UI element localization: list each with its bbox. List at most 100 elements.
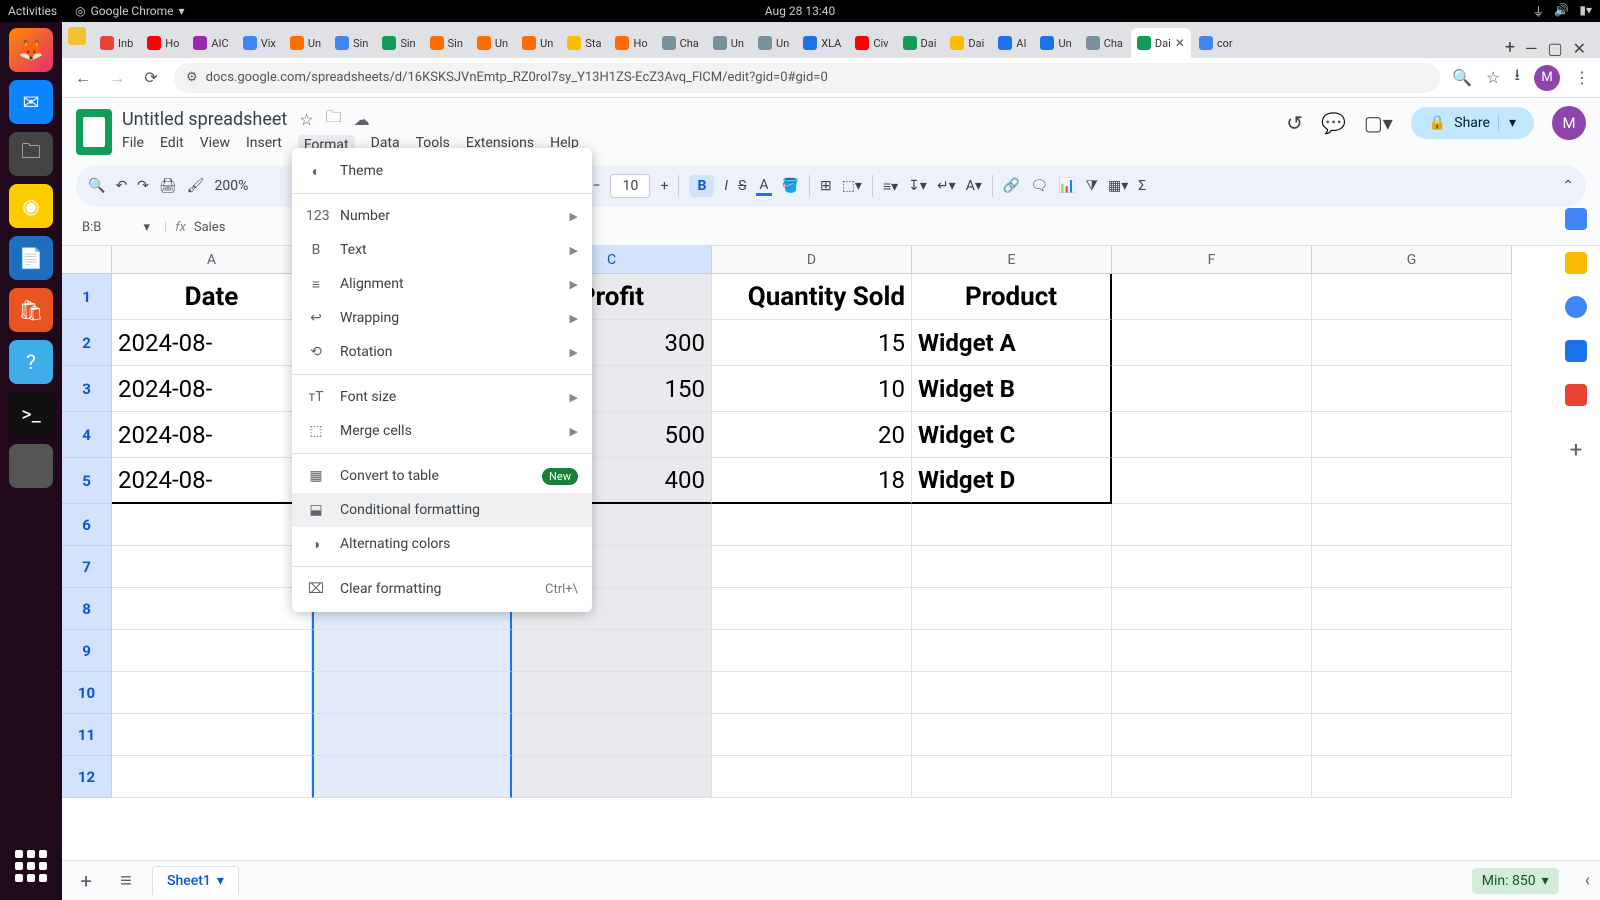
decrease-font-button[interactable]: − [592,178,600,194]
cloud-status-icon[interactable]: ☁ [354,110,370,129]
app-indicator[interactable]: ◎ Google Chrome ▾ [75,4,184,18]
account-avatar[interactable]: M [1552,106,1586,140]
vertical-align-button[interactable]: ↧▾ [908,178,927,194]
meet-icon[interactable]: ▢▾ [1364,111,1393,135]
browser-tab[interactable]: Sin [329,28,374,58]
back-button[interactable]: ← [72,68,94,88]
collapse-toolbar-button[interactable]: ⌃ [1562,178,1574,194]
cell-G5[interactable] [1312,458,1512,504]
volume-icon[interactable]: 🔊 [1554,3,1569,20]
cell-D9[interactable] [712,630,912,672]
cell-A2[interactable]: 2024-08- [112,320,312,366]
cell-F11[interactable] [1112,714,1312,756]
cell-D12[interactable] [712,756,912,798]
format-menu-theme[interactable]: ◐Theme [292,154,592,188]
zoom-selector[interactable]: 200% [214,178,262,194]
cell-F7[interactable] [1112,546,1312,588]
row-header[interactable]: 11 [62,714,112,756]
col-header-A[interactable]: A [112,246,312,273]
browser-tab[interactable]: Dai [944,28,990,58]
undo-button[interactable]: ↶ [115,178,127,194]
zoom-indicator-icon[interactable]: 🔍 [1452,68,1472,87]
cell-E5[interactable]: Widget D [912,458,1112,504]
history-icon[interactable]: ↺ [1286,111,1303,135]
browser-tab[interactable]: Civ [849,28,894,58]
table-view-button[interactable]: ▦▾ [1108,178,1128,194]
reload-button[interactable]: ⟳ [140,68,162,87]
cell-E8[interactable] [912,588,1112,630]
row-header[interactable]: 1 [62,274,112,320]
cell-G1[interactable] [1312,274,1512,320]
bookmark-star-icon[interactable]: ☆ [1486,68,1500,87]
increase-font-button[interactable]: + [660,178,668,194]
cell-G10[interactable] [1312,672,1512,714]
forward-button[interactable]: → [106,68,128,88]
cell-E10[interactable] [912,672,1112,714]
menu-file[interactable]: File [122,135,144,155]
cell-D10[interactable] [712,672,912,714]
help-launcher[interactable]: ? [9,340,53,384]
format-menu-rotation[interactable]: ⟲Rotation▶ [292,335,592,369]
add-sheet-button[interactable]: + [72,869,100,893]
format-menu-alternating-colors[interactable]: ◑Alternating colors [292,527,592,561]
format-menu-conditional-formatting[interactable]: ⬓Conditional formatting [292,493,592,527]
wifi-icon[interactable]: ⏚ [1532,3,1544,20]
row-header[interactable]: 5 [62,458,112,504]
activities-button[interactable]: Activities [8,4,57,18]
browser-tab[interactable]: Ho [141,28,185,58]
maximize-button[interactable]: ▢ [1547,39,1562,58]
new-tab-button[interactable]: + [1497,37,1523,58]
libreoffice-writer-launcher[interactable]: 📄 [9,236,53,280]
address-bar[interactable]: ⚙ docs.google.com/spreadsheets/d/16KSKSJ… [174,63,1440,93]
sheet-tab-menu-icon[interactable]: ▾ [217,873,224,889]
print-button[interactable]: 🖨 [159,178,177,194]
software-store-launcher[interactable]: 🛍 [9,288,53,332]
format-menu-wrapping[interactable]: ↩Wrapping▶ [292,301,592,335]
cell-F1[interactable] [1112,274,1312,320]
row-header[interactable]: 7 [62,546,112,588]
status-indicator[interactable]: Min: 850 ▾ [1472,868,1559,894]
browser-tab[interactable]: Dai✕ [1131,28,1191,58]
show-applications[interactable] [9,844,53,888]
functions-button[interactable]: Σ [1138,178,1146,194]
browser-tab[interactable]: Cha [656,28,705,58]
font-size-input[interactable]: 10 [610,174,650,198]
menu-edit[interactable]: Edit [160,135,184,155]
document-title[interactable]: Untitled spreadsheet [122,109,287,130]
chrome-menu-icon[interactable]: ⋮ [1574,68,1590,87]
keep-addon-icon[interactable] [1565,252,1587,274]
cell-G11[interactable] [1312,714,1512,756]
cell-D6[interactable] [712,504,912,546]
cell-F5[interactable] [1112,458,1312,504]
browser-tab[interactable]: Dai [897,28,943,58]
comments-icon[interactable]: 💬 [1321,111,1346,135]
row-header[interactable]: 2 [62,320,112,366]
cell-C9[interactable] [512,630,712,672]
redo-button[interactable]: ↷ [137,178,149,194]
thunderbird-launcher[interactable]: ✉ [9,80,53,124]
browser-tab[interactable]: Un [284,28,327,58]
cell-F8[interactable] [1112,588,1312,630]
browser-tab[interactable]: Vix [237,28,282,58]
calendar-addon-icon[interactable] [1565,208,1587,230]
cell-A10[interactable] [112,672,312,714]
menu-insert[interactable]: Insert [246,135,282,155]
browser-tab[interactable]: Un [471,28,514,58]
text-color-button[interactable]: A [756,177,771,196]
format-menu-merge-cells[interactable]: ⬚Merge cells▶ [292,414,592,448]
cell-G8[interactable] [1312,588,1512,630]
browser-tab[interactable]: Sin [424,28,469,58]
cell-D1[interactable]: Quantity Sold [712,274,912,320]
browser-tab[interactable]: Sta [561,28,607,58]
cell-F3[interactable] [1112,366,1312,412]
col-header-D[interactable]: D [712,246,912,273]
browser-tab[interactable]: Un [1034,28,1077,58]
explore-button[interactable]: ‹ [1585,870,1590,891]
horizontal-align-button[interactable]: ≡▾ [883,178,898,195]
terminal-launcher[interactable]: >_ [9,392,53,436]
row-header[interactable]: 10 [62,672,112,714]
cell-D7[interactable] [712,546,912,588]
insert-link-button[interactable]: 🔗 [1003,178,1020,194]
col-header-G[interactable]: G [1312,246,1512,273]
cell-E3[interactable]: Widget B [912,366,1112,412]
